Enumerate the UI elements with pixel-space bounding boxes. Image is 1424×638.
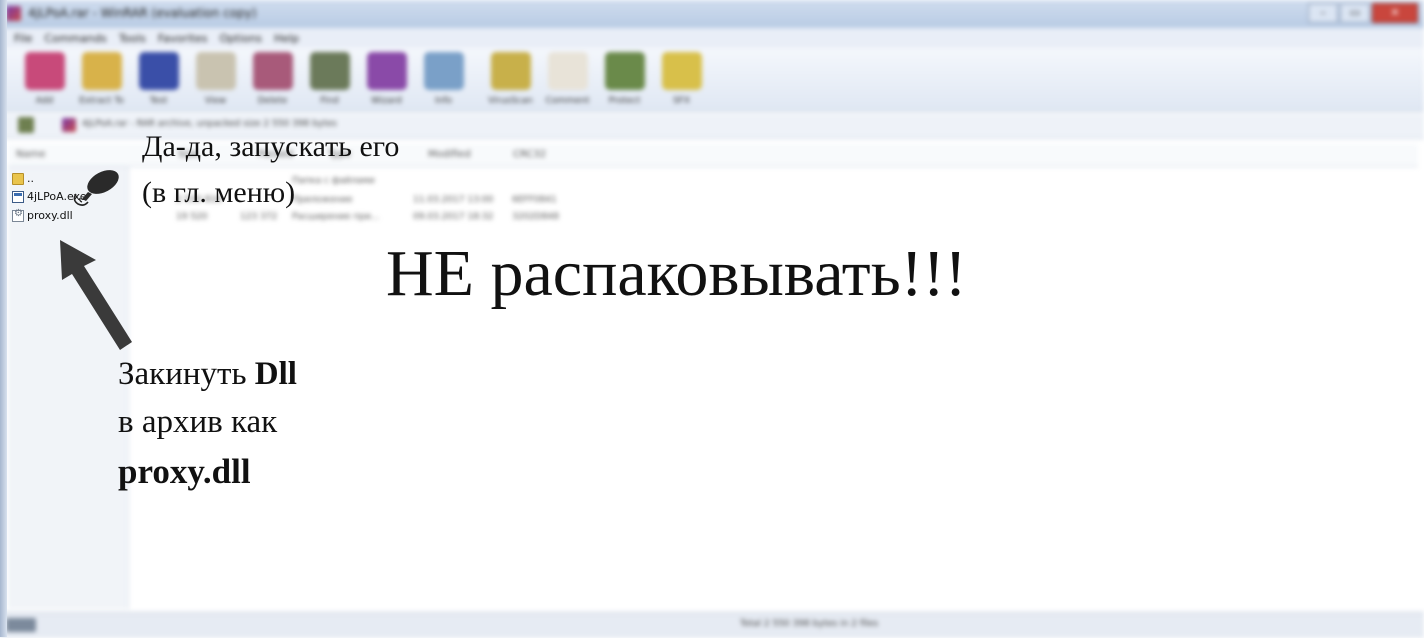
menu-file[interactable]: File xyxy=(14,32,32,45)
menu-help[interactable]: Help xyxy=(274,32,299,45)
address-text: 4jLPoA.rar - RAR archive, unpacked size … xyxy=(82,119,337,129)
window-controls: – ▭ ✕ xyxy=(1308,3,1418,23)
virusscan-button[interactable]: VirusScan xyxy=(482,48,539,112)
folder-icon xyxy=(12,172,24,185)
toolbar: Add Extract To Test View Delete Find Wizard Inf… xyxy=(0,48,1424,112)
annotation-add-dll-line2: в архив как xyxy=(118,404,278,440)
file-name: proxy.dll xyxy=(27,209,73,222)
add-button[interactable]: Add xyxy=(16,48,73,112)
arrow-up-icon xyxy=(60,240,132,350)
title-bar: 4jLPoA.rar - WinRAR (evaluation copy) – … xyxy=(0,0,1424,28)
toolbar-button-label: Find xyxy=(320,96,339,106)
list-item-dll[interactable]: proxy.dll xyxy=(12,208,73,222)
exe-icon xyxy=(12,190,24,203)
row-modified-exe: 11.03.2017 13:00 xyxy=(413,195,494,205)
annotation-add-dll-line3: proxy.dll xyxy=(118,452,251,491)
row-packed-dll: 123 372 xyxy=(240,212,278,222)
status-text: Total 2 550 398 bytes in 2 files xyxy=(740,619,879,629)
toolbar-button-label: VirusScan xyxy=(488,96,533,106)
up-folder-icon[interactable] xyxy=(18,117,34,133)
comment-button[interactable]: Comment xyxy=(539,48,596,112)
row-type-exe: Приложение xyxy=(292,195,353,205)
archive-icon xyxy=(62,118,76,132)
extract-to-button[interactable]: Extract To xyxy=(73,48,130,112)
view-icon xyxy=(195,52,236,90)
info-icon xyxy=(423,52,464,90)
menu-options[interactable]: Options xyxy=(220,32,262,45)
file-name: .. xyxy=(27,172,34,185)
menu-tools[interactable]: Tools xyxy=(119,32,146,45)
test-button[interactable]: Test xyxy=(130,48,187,112)
menu-commands[interactable]: Commands xyxy=(44,32,106,45)
dll-icon xyxy=(12,208,24,222)
sfx-icon xyxy=(661,52,702,90)
toolbar-button-label: Delete xyxy=(257,96,288,106)
extract-icon xyxy=(81,52,122,90)
maximize-button[interactable]: ▭ xyxy=(1340,3,1370,23)
delete-icon xyxy=(252,52,293,90)
sfx-button[interactable]: SFX xyxy=(653,48,710,112)
minimize-button[interactable]: – xyxy=(1308,3,1338,23)
annotation-run-line1: Да-да, запускать его xyxy=(142,130,400,163)
list-item-parent-folder[interactable]: .. xyxy=(12,172,34,185)
window-left-edge xyxy=(0,0,7,637)
column-name[interactable]: Name xyxy=(16,149,46,160)
row-crc-exe: 6EFF0841 xyxy=(512,195,557,205)
annotation-add-dll-line1: Закинуть Dll xyxy=(118,356,297,393)
info-button[interactable]: Info xyxy=(415,48,472,112)
status-bar: Total 2 550 398 bytes in 2 files xyxy=(0,612,1424,638)
annotation-add-dll-prefix: Закинуть xyxy=(118,356,255,392)
view-button[interactable]: View xyxy=(187,48,244,112)
status-drive-icon xyxy=(6,618,36,632)
winrar-window: 4jLPoA.rar - WinRAR (evaluation copy) – … xyxy=(0,0,1424,638)
column-crc[interactable]: CRC32 xyxy=(513,149,546,160)
annotation-dont-unpack: НЕ распаковывать!!! xyxy=(386,237,967,310)
toolbar-button-label: Test xyxy=(149,96,168,106)
toolbar-button-label: Comment xyxy=(545,96,590,106)
blurred-background: 4jLPoA.rar - WinRAR (evaluation copy) – … xyxy=(0,0,1424,638)
add-icon xyxy=(24,52,65,90)
protect-icon xyxy=(604,52,645,90)
hand-cursor-icon xyxy=(73,170,119,206)
window-title: 4jLPoA.rar - WinRAR (evaluation copy) xyxy=(28,6,257,20)
annotation-add-dll-bold: Dll xyxy=(254,356,297,392)
row-type-dll: Расширение при... xyxy=(292,212,380,222)
find-icon xyxy=(309,52,350,90)
toolbar-button-label: SFX xyxy=(672,96,691,106)
toolbar-button-label: Add xyxy=(35,96,54,106)
toolbar-button-label: Wizard xyxy=(371,96,402,106)
test-icon xyxy=(138,52,179,90)
menu-favorites[interactable]: Favorites xyxy=(158,32,208,45)
toolbar-button-label: Info xyxy=(434,96,453,106)
winrar-app-icon xyxy=(6,6,21,21)
row-modified-dll: 09.03.2017 18:32 xyxy=(413,212,494,222)
row-type-folder: Папка с файлами xyxy=(292,176,375,186)
virusscan-icon xyxy=(490,52,531,90)
close-button[interactable]: ✕ xyxy=(1372,3,1418,23)
column-modified[interactable]: Modified xyxy=(428,149,471,160)
toolbar-button-label: View xyxy=(204,96,227,106)
row-crc-dll: 3202D848 xyxy=(512,212,560,222)
menu-bar: File Commands Tools Favorites Options He… xyxy=(0,28,1424,48)
comment-icon xyxy=(547,52,588,90)
protect-button[interactable]: Protect xyxy=(596,48,653,112)
wizard-button[interactable]: Wizard xyxy=(358,48,415,112)
annotation-run-line2: (в гл. меню) xyxy=(142,176,296,209)
row-size-dll: 19 520 xyxy=(176,212,208,222)
wizard-icon xyxy=(366,52,407,90)
toolbar-button-label: Extract To xyxy=(79,96,124,106)
find-button[interactable]: Find xyxy=(301,48,358,112)
toolbar-button-label: Protect xyxy=(608,96,641,106)
delete-button[interactable]: Delete xyxy=(244,48,301,112)
